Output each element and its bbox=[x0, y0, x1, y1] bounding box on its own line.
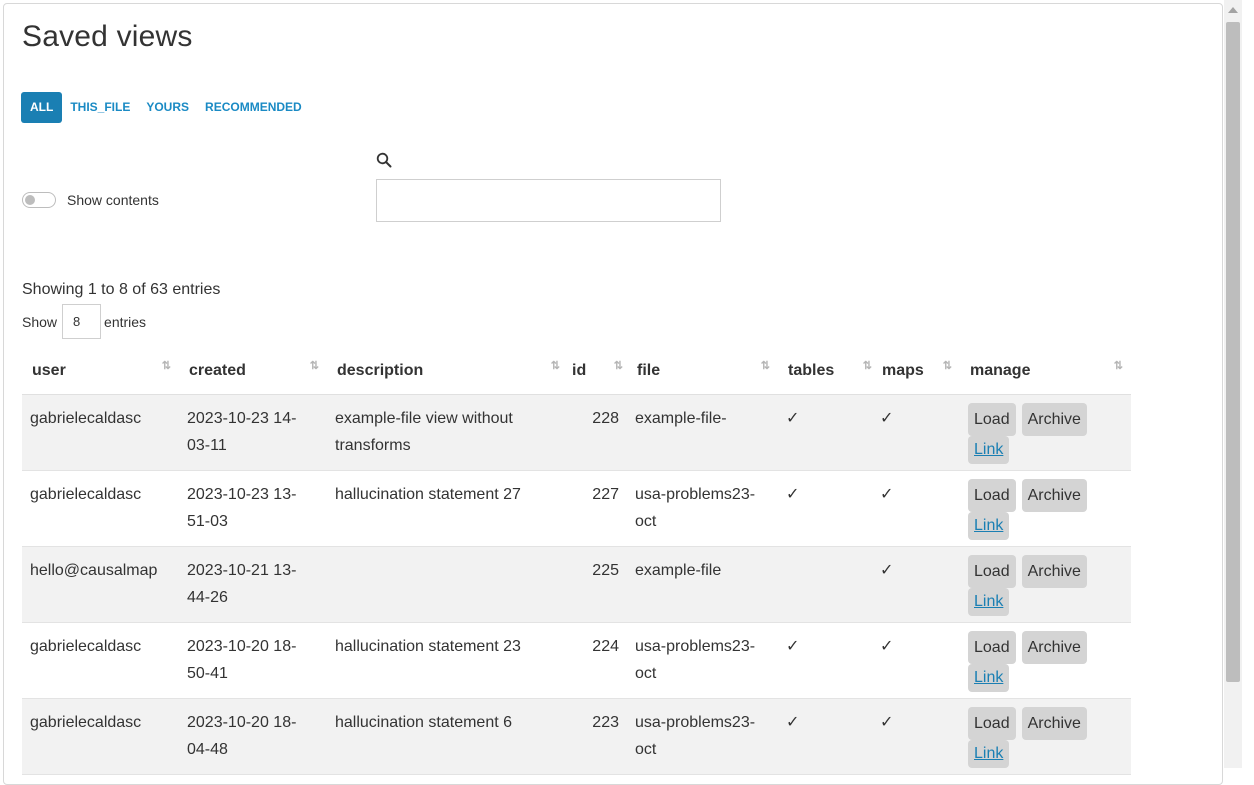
cell-file: usa-problems23-oct bbox=[627, 698, 778, 775]
page-length-control: Show 8 entries bbox=[22, 304, 146, 339]
show-contents-toggle[interactable] bbox=[22, 192, 56, 208]
cell-id: 228 bbox=[568, 394, 627, 471]
show-contents-label: Show contents bbox=[67, 192, 159, 208]
sort-icon: ⇅ bbox=[161, 360, 171, 372]
cell-user: gabrielecaldasc bbox=[22, 470, 179, 547]
link-button[interactable]: Link bbox=[968, 740, 1010, 768]
archive-button[interactable]: Archive bbox=[1021, 403, 1087, 436]
load-button[interactable]: Load bbox=[968, 403, 1016, 436]
col-header-user[interactable]: user ⇅ bbox=[22, 347, 179, 395]
archive-button[interactable]: Archive bbox=[1021, 479, 1087, 512]
cell-created: 2023-10-21 13-44-26 bbox=[179, 546, 327, 623]
load-button[interactable]: Load bbox=[968, 631, 1016, 664]
cell-manage: Load Archive Link bbox=[960, 546, 1131, 623]
archive-button[interactable]: Archive bbox=[1021, 631, 1087, 664]
scroll-up-arrow-icon[interactable] bbox=[1228, 7, 1238, 13]
cell-description bbox=[327, 546, 568, 623]
load-button[interactable]: Load bbox=[968, 707, 1016, 740]
sort-icon: ⇅ bbox=[550, 360, 560, 372]
link-button[interactable]: Link bbox=[968, 588, 1010, 616]
cell-manage: Load Archive Link bbox=[960, 470, 1131, 547]
saved-views-table: user ⇅ created ⇅ description ⇅ id ⇅ file ⇅ ta… bbox=[22, 347, 1131, 775]
entries-info: Showing 1 to 8 of 63 entries bbox=[22, 281, 221, 298]
vertical-scrollbar[interactable] bbox=[1224, 0, 1242, 768]
cell-user: gabrielecaldasc bbox=[22, 698, 179, 775]
sort-icon: ⇅ bbox=[760, 360, 770, 372]
cell-file: example-file bbox=[627, 546, 778, 623]
cell-created: 2023-10-23 14-03-11 bbox=[179, 394, 327, 471]
cell-created: 2023-10-20 18-04-48 bbox=[179, 698, 327, 775]
cell-maps-check: ✓ bbox=[872, 394, 960, 471]
cell-manage: Load Archive Link bbox=[960, 394, 1131, 471]
sort-icon: ⇅ bbox=[1113, 360, 1123, 372]
table-row: gabrielecaldasc 2023-10-23 14-03-11 exam… bbox=[22, 394, 1131, 471]
cell-file: example-file- bbox=[627, 394, 778, 471]
archive-button[interactable]: Archive bbox=[1021, 555, 1087, 588]
sort-icon: ⇅ bbox=[942, 360, 952, 372]
cell-maps-check: ✓ bbox=[872, 622, 960, 699]
tab-recommended[interactable]: RECOMMENDED bbox=[197, 92, 310, 123]
col-header-maps[interactable]: maps ⇅ bbox=[872, 347, 960, 395]
cell-description: hallucination statement 23 bbox=[327, 622, 568, 699]
table-header-row: user ⇅ created ⇅ description ⇅ id ⇅ file ⇅ ta… bbox=[22, 347, 1131, 395]
col-header-tables[interactable]: tables ⇅ bbox=[778, 347, 872, 395]
sort-icon: ⇅ bbox=[862, 360, 872, 372]
filter-tabs: ALL THIS_FILE YOURS RECOMMENDED bbox=[21, 92, 310, 123]
archive-button[interactable]: Archive bbox=[1021, 707, 1087, 740]
load-button[interactable]: Load bbox=[968, 555, 1016, 588]
cell-description: hallucination statement 27 bbox=[327, 470, 568, 547]
link-button[interactable]: Link bbox=[968, 664, 1010, 692]
cell-description: hallucination statement 6 bbox=[327, 698, 568, 775]
cell-user: gabrielecaldasc bbox=[22, 394, 179, 471]
cell-tables-check: ✓ bbox=[778, 622, 872, 699]
cell-created: 2023-10-23 13-51-03 bbox=[179, 470, 327, 547]
show-contents-toggle-group: Show contents bbox=[22, 192, 159, 208]
sort-icon: ⇅ bbox=[613, 360, 623, 372]
col-header-file[interactable]: file ⇅ bbox=[627, 347, 778, 395]
cell-tables-check: ✓ bbox=[778, 698, 872, 775]
cell-id: 224 bbox=[568, 622, 627, 699]
cell-tables-check bbox=[778, 546, 872, 623]
length-prefix: Show bbox=[22, 313, 58, 330]
page-title: Saved views bbox=[22, 20, 193, 53]
cell-maps-check: ✓ bbox=[872, 698, 960, 775]
tab-all[interactable]: ALL bbox=[21, 92, 63, 123]
table-row: gabrielecaldasc 2023-10-20 18-50-41 hall… bbox=[22, 622, 1131, 699]
cell-tables-check: ✓ bbox=[778, 470, 872, 547]
table-row: hello@causalmap 2023-10-21 13-44-26 225 … bbox=[22, 546, 1131, 623]
col-header-id[interactable]: id ⇅ bbox=[568, 347, 627, 395]
col-header-description[interactable]: description ⇅ bbox=[327, 347, 568, 395]
col-header-created[interactable]: created ⇅ bbox=[179, 347, 327, 395]
cell-id: 227 bbox=[568, 470, 627, 547]
cell-user: hello@causalmap bbox=[22, 546, 179, 623]
tab-this-file[interactable]: THIS_FILE bbox=[62, 92, 138, 123]
col-header-manage[interactable]: manage ⇅ bbox=[960, 347, 1131, 395]
table-row: gabrielecaldasc 2023-10-23 13-51-03 hall… bbox=[22, 470, 1131, 547]
cell-file: usa-problems23-oct bbox=[627, 470, 778, 547]
scrollbar-thumb[interactable] bbox=[1226, 22, 1240, 682]
cell-description: example-file view without transforms bbox=[327, 394, 568, 471]
load-button[interactable]: Load bbox=[968, 479, 1016, 512]
cell-manage: Load Archive Link bbox=[960, 698, 1131, 775]
cell-user: gabrielecaldasc bbox=[22, 622, 179, 699]
search-input[interactable] bbox=[376, 179, 721, 222]
link-button[interactable]: Link bbox=[968, 512, 1010, 540]
cell-id: 225 bbox=[568, 546, 627, 623]
page-length-input[interactable]: 8 bbox=[62, 304, 102, 339]
cell-created: 2023-10-20 18-50-41 bbox=[179, 622, 327, 699]
link-button[interactable]: Link bbox=[968, 436, 1010, 464]
cell-maps-check: ✓ bbox=[872, 546, 960, 623]
search-icon bbox=[376, 152, 392, 168]
cell-maps-check: ✓ bbox=[872, 470, 960, 547]
table-row: gabrielecaldasc 2023-10-20 18-04-48 hall… bbox=[22, 698, 1131, 775]
cell-tables-check: ✓ bbox=[778, 394, 872, 471]
toggle-knob bbox=[25, 195, 35, 205]
sort-icon: ⇅ bbox=[309, 360, 319, 372]
length-suffix: entries bbox=[104, 313, 147, 330]
cell-manage: Load Archive Link bbox=[960, 622, 1131, 699]
cell-file: usa-problems23-oct bbox=[627, 622, 778, 699]
tab-yours[interactable]: YOURS bbox=[138, 92, 197, 123]
cell-id: 223 bbox=[568, 698, 627, 775]
